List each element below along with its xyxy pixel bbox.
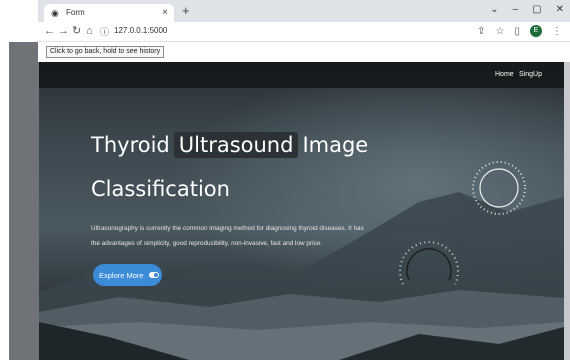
url-text[interactable]: 127.0.0.1:5000 [114, 26, 167, 35]
reload-icon[interactable]: ↻ [72, 25, 81, 37]
back-tooltip: Click to go back, hold to see history [46, 46, 165, 58]
toolbar-actions: ⇪ ☆ ▯ E ⋮ [477, 25, 562, 37]
profile-avatar[interactable]: E [530, 25, 542, 37]
screen: ◉ Form × + ⌄ – ▢ ✕ ← → ↻ ⌂ ⓘ 127.0.0.1:5… [0, 0, 570, 360]
maximize-button[interactable]: ▢ [532, 4, 541, 15]
close-window-button[interactable]: ✕ [556, 4, 564, 15]
scrollbar-area[interactable] [564, 62, 570, 360]
side-panel [9, 42, 39, 360]
globe-icon: ◉ [51, 8, 59, 18]
hero-section: Home SingUp Thyroid Ultrasound Image Cla… [39, 62, 564, 360]
browser-toolbar: ← → ↻ ⌂ ⓘ 127.0.0.1:5000 ⇪ ☆ ▯ E ⋮ [38, 22, 570, 42]
explore-more-label: Explore More [99, 270, 144, 280]
star-icon[interactable]: ☆ [496, 26, 505, 37]
explore-more-button[interactable]: Explore More [93, 264, 162, 286]
title-highlight: Ultrasound [173, 132, 299, 158]
minimize-button[interactable]: – [513, 4, 519, 15]
new-tab-button[interactable]: + [182, 4, 190, 18]
tab-search-icon[interactable]: ⌄ [490, 4, 498, 15]
tab-close-icon[interactable]: × [162, 7, 168, 18]
forward-arrow-icon[interactable]: → [58, 25, 69, 37]
tab-title: Form [66, 8, 85, 17]
arc-dial-decoration [399, 241, 459, 285]
browser-tabbar: ◉ Form × + ⌄ – ▢ ✕ [38, 0, 570, 22]
window-controls: ⌄ – ▢ ✕ [490, 4, 564, 15]
description-line-2: the advantages of simplicity, good repro… [91, 240, 323, 247]
nav-home-link[interactable]: Home [495, 71, 514, 78]
home-icon[interactable]: ⌂ [86, 25, 93, 37]
info-icon[interactable]: ⓘ [100, 25, 109, 38]
hero-description: Ultrasonography is currently the common … [91, 221, 391, 251]
title-word-thyroid: Thyroid [91, 133, 170, 157]
browser-tab[interactable]: ◉ Form × [44, 4, 174, 22]
menu-icon[interactable]: ⋮ [552, 26, 562, 37]
tooltip-area: Click to go back, hold to see history [38, 42, 564, 62]
description-line-1: Ultrasonography is currently the common … [91, 225, 364, 232]
toggle-icon [148, 272, 159, 278]
circle-dial-decoration [472, 161, 526, 215]
hero-title: Thyroid Ultrasound Image Classification [91, 132, 368, 202]
title-line-classification: Classification [91, 177, 230, 201]
back-arrow-icon[interactable]: ← [44, 25, 55, 37]
share-icon[interactable]: ⇪ [477, 26, 485, 37]
site-navbar: Home SingUp [39, 62, 564, 88]
nav-signup-link[interactable]: SingUp [519, 71, 542, 78]
title-word-image: Image [302, 133, 369, 157]
sidebar-icon[interactable]: ▯ [514, 26, 520, 37]
